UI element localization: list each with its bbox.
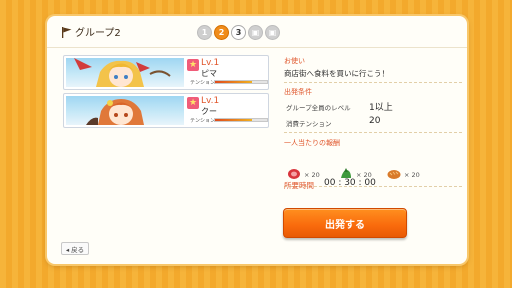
page-3-button[interactable]: 3: [231, 25, 246, 40]
time-label: 所要時間: [284, 181, 314, 190]
reward-meat-value: × 20: [304, 171, 320, 179]
conditions-label: 出発条件: [284, 88, 312, 96]
character-level: Lv.1: [201, 96, 220, 106]
condition-tension-label: 消費テンション: [286, 120, 332, 128]
character-name: クー: [201, 107, 217, 116]
tension-bar: [214, 118, 268, 122]
back-button[interactable]: ◂ 戻る: [61, 242, 89, 255]
mission-panel: グループ2 1 2 3 ▣ ▣ ★ Lv.1 ピマ テンション ★ Lv.1 ク…: [47, 16, 467, 264]
rewards-label: 一人当たりの報酬: [284, 139, 340, 147]
lock-icon: ▣: [251, 28, 260, 37]
character-portrait: [66, 58, 184, 87]
flag-icon: [62, 27, 72, 38]
page-5-button[interactable]: ▣: [265, 25, 280, 40]
tension-label: テンション: [190, 118, 216, 124]
tension-bar: [214, 80, 268, 84]
tension-label: テンション: [190, 80, 216, 86]
time-value: 00 : 30 : 00: [324, 178, 376, 188]
condition-level-label: グループ全員のレベル: [286, 104, 351, 112]
divider: [284, 132, 462, 133]
page-1-button[interactable]: 1: [197, 25, 212, 40]
depart-button[interactable]: 出発する: [283, 208, 407, 238]
page-4-button[interactable]: ▣: [248, 25, 263, 40]
divider: [284, 82, 462, 83]
tension-bar-fill: [215, 119, 253, 121]
favorite-star-icon: ★: [187, 59, 199, 71]
group-title: グループ2: [75, 28, 121, 39]
group-pager: 1 2 3 ▣ ▣: [197, 25, 280, 40]
character-card[interactable]: ★ Lv.1 ピマ テンション: [63, 55, 269, 90]
reward-bread-value: × 20: [404, 171, 420, 179]
meat-icon: [288, 169, 300, 179]
mission-type-label: お使い: [284, 57, 305, 65]
page-2-button[interactable]: 2: [214, 25, 229, 40]
favorite-star-icon: ★: [187, 97, 199, 109]
character-level: Lv.1: [201, 58, 220, 68]
tension-bar-fill: [215, 81, 253, 83]
lock-icon: ▣: [268, 28, 277, 37]
panel-header: グループ2 1 2 3 ▣ ▣: [47, 16, 467, 48]
character-card[interactable]: ★ Lv.1 クー テンション: [63, 93, 269, 128]
condition-tension-value: 20: [369, 116, 381, 126]
condition-level-value: 1以上: [369, 103, 393, 113]
character-name: ピマ: [201, 69, 217, 78]
mission-description: 商店街へ食料を買いに行こう！: [284, 69, 389, 78]
bread-icon: [387, 170, 401, 179]
character-portrait: [66, 96, 184, 125]
